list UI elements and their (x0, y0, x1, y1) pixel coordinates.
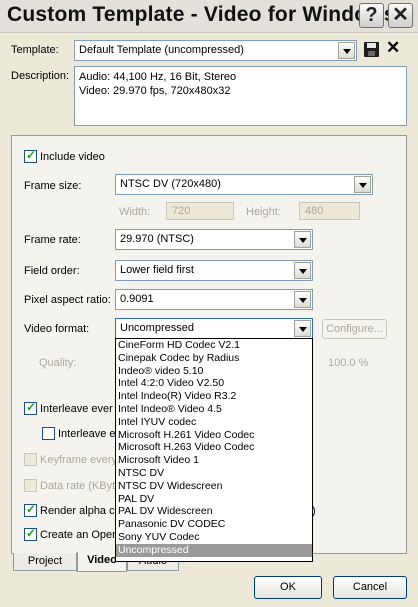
frame-size-dropdown[interactable]: NTSC DV (720x480) (115, 174, 373, 195)
template-dropdown[interactable]: Default Template (uncompressed) (74, 40, 357, 61)
render-alpha-checkbox[interactable] (24, 502, 37, 517)
video-format-option[interactable]: Microsoft H.261 Video Codec (116, 429, 312, 442)
cancel-button[interactable]: Cancel (333, 576, 407, 599)
video-format-label: Video format: (24, 323, 90, 335)
keyframe-label: Keyframe every (40, 454, 118, 466)
video-format-option[interactable]: CineForm HD Codec V2.1 (116, 339, 312, 352)
height-label: Height: (246, 206, 281, 218)
chevron-down-icon[interactable] (354, 176, 371, 193)
interleave-checkbox[interactable] (24, 400, 37, 415)
tab-project[interactable]: Project (13, 553, 77, 571)
frame-rate-value: 29.970 (NTSC) (120, 233, 194, 245)
include-video-checkbox[interactable] (24, 148, 37, 163)
chevron-down-icon[interactable] (294, 291, 311, 308)
chevron-down-icon[interactable] (338, 42, 355, 59)
video-format-option[interactable]: NTSC DV (116, 467, 312, 480)
field-order-value: Lower field first (120, 264, 194, 276)
video-format-option[interactable]: Indeo® video 5.10 (116, 365, 312, 378)
video-format-option[interactable]: Sony YUV Codec (116, 531, 312, 544)
ok-button[interactable]: OK (254, 576, 322, 599)
pixel-aspect-value: 0.9091 (120, 293, 154, 305)
description-box: Audio: 44,100 Hz, 16 Bit, Stereo Video: … (74, 66, 407, 126)
close-icon[interactable]: ✕ (388, 3, 413, 28)
template-label: Template: (11, 44, 59, 56)
video-format-option[interactable]: Panasonic DV CODEC (116, 518, 312, 531)
interleave-sub-checkbox[interactable] (42, 427, 55, 440)
window-title: Custom Template - Video for Windows (7, 3, 396, 26)
field-order-dropdown[interactable]: Lower field first (115, 260, 313, 281)
quality-value: 100.0 % (328, 357, 369, 369)
frame-rate-label: Frame rate: (24, 234, 81, 246)
description-line: Audio: 44,100 Hz, 16 Bit, Stereo (79, 71, 237, 83)
video-format-option[interactable]: PAL DV (116, 493, 312, 506)
pixel-aspect-dropdown[interactable]: 0.9091 (115, 289, 313, 310)
configure-button[interactable]: Configure... (322, 319, 387, 339)
video-format-option[interactable]: NTSC DV Widescreen (116, 480, 312, 493)
video-format-value: Uncompressed (120, 322, 194, 334)
save-icon[interactable] (364, 42, 379, 57)
video-format-dropdown[interactable]: Uncompressed (115, 318, 313, 339)
width-field[interactable]: 720 (166, 202, 234, 220)
delete-icon[interactable]: ✕ (386, 38, 400, 58)
interleave-label: Interleave ever (40, 403, 113, 415)
video-format-options-list[interactable]: CineForm HD Codec V2.1 Cinepak Codec by R… (115, 338, 313, 562)
quality-label: Quality: (39, 357, 77, 369)
frame-rate-dropdown[interactable]: 29.970 (NTSC) (115, 229, 313, 250)
video-format-option[interactable]: Intel IYUV codec (116, 416, 312, 429)
keyframe-checkbox[interactable] (24, 453, 37, 466)
title-bar[interactable]: Custom Template - Video for Windows ? ✕ (0, 0, 418, 33)
chevron-down-icon[interactable] (294, 231, 311, 248)
width-label: Width: (119, 206, 151, 218)
include-video-label: Include video (40, 151, 105, 163)
interleave-sub-label: Interleave e (58, 428, 116, 440)
chevron-down-icon[interactable] (294, 320, 311, 337)
height-field[interactable]: 480 (299, 202, 360, 220)
video-format-option[interactable]: Cinepak Codec by Radius (116, 352, 312, 365)
create-open-checkbox[interactable] (24, 526, 37, 541)
video-format-option[interactable]: PAL DV Widescreen (116, 505, 312, 518)
frame-size-label: Frame size: (24, 180, 82, 192)
create-open-label: Create an Open (40, 529, 119, 541)
video-format-option[interactable]: Uncompressed (116, 543, 312, 557)
field-order-label: Field order: (24, 265, 80, 277)
template-value: Default Template (uncompressed) (79, 44, 244, 56)
video-format-option[interactable]: Microsoft Video 1 (116, 454, 312, 467)
pixel-aspect-label: Pixel aspect ratio: (24, 294, 111, 306)
description-label: Description: (11, 70, 70, 82)
chevron-down-icon[interactable] (294, 262, 311, 279)
video-format-option[interactable]: Intel Indeo(R) Video R3.2 (116, 390, 312, 403)
data-rate-label: Data rate (KByt (40, 480, 116, 492)
description-line: Video: 29.970 fps, 720x480x32 (79, 85, 231, 97)
video-format-option[interactable]: Intel Indeo® Video 4.5 (116, 403, 312, 416)
video-format-option[interactable]: Microsoft H.263 Video Codec (116, 441, 312, 454)
render-alpha-label: Render alpha ch (40, 505, 121, 517)
frame-size-value: NTSC DV (720x480) (120, 178, 221, 190)
video-format-option[interactable]: Intel 4:2:0 Video V2.50 (116, 377, 312, 390)
data-rate-checkbox[interactable] (24, 479, 37, 492)
help-icon[interactable]: ? (359, 3, 384, 28)
